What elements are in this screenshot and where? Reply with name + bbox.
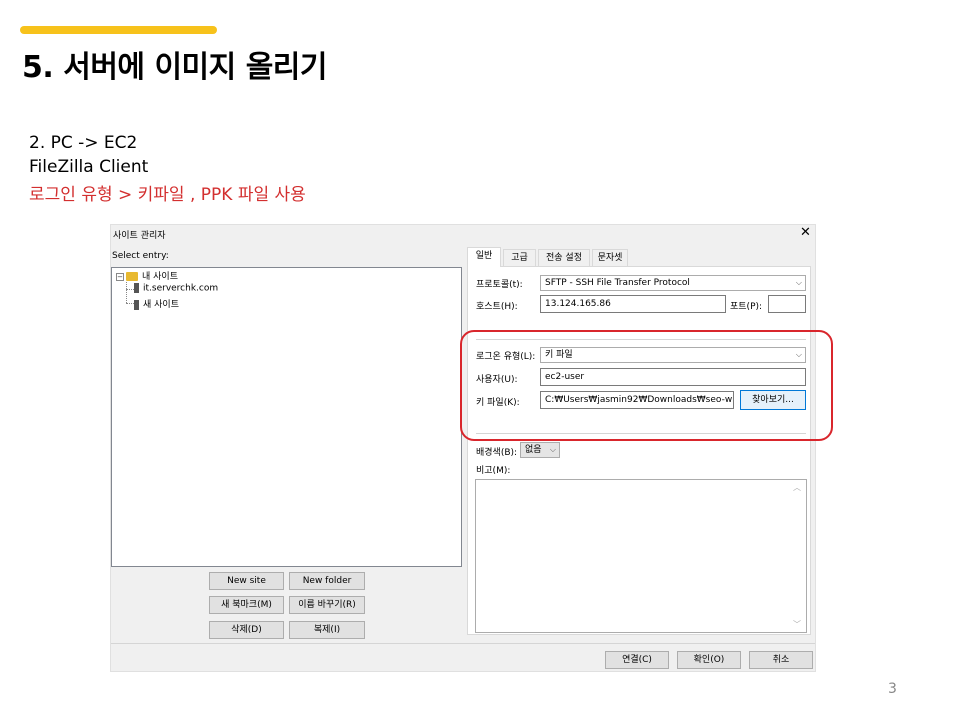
scroll-up-icon[interactable]: ︿ xyxy=(793,482,801,493)
step-text-3: 로그인 유형 > 키파일 , PPK 파일 사용 xyxy=(29,185,306,205)
chevron-down-icon: ⌵ xyxy=(549,445,556,454)
highlight-annotation xyxy=(460,330,833,441)
bgcolor-label: 배경색(B): xyxy=(476,448,518,458)
tab-advanced[interactable]: 고급 xyxy=(503,249,536,267)
protocol-select[interactable]: SFTP - SSH File Transfer Protocol ⌵ xyxy=(540,275,806,291)
general-tab-panel: 프로토콜(t): SFTP - SSH File Transfer Protoc… xyxy=(467,266,811,635)
comments-textarea[interactable]: ︿ ﹀ xyxy=(475,479,807,633)
host-input[interactable]: 13.124.165.86 xyxy=(540,295,726,313)
tree-item-label: 새 사이트 xyxy=(143,300,179,310)
delete-button[interactable]: 삭제(D) xyxy=(209,621,284,639)
page-number: 3 xyxy=(888,681,897,697)
select-entry-label: Select entry: xyxy=(112,251,169,261)
host-label: 호스트(H): xyxy=(476,302,518,312)
step-text-2: FileZilla Client xyxy=(29,157,149,177)
protocol-label: 프로토콜(t): xyxy=(476,280,523,290)
rename-button[interactable]: 이름 바꾸기(R) xyxy=(289,596,365,614)
tab-charset[interactable]: 문자셋 xyxy=(592,249,628,267)
collapse-icon[interactable]: − xyxy=(116,272,124,281)
bgcolor-select[interactable]: 없음 ⌵ xyxy=(520,442,560,458)
ok-button[interactable]: 확인(O) xyxy=(677,651,741,669)
scroll-down-icon[interactable]: ﹀ xyxy=(793,619,801,630)
tree-root-label: 내 사이트 xyxy=(142,272,178,282)
cancel-button[interactable]: 취소 xyxy=(749,651,813,669)
tab-transfer-settings[interactable]: 전송 설정 xyxy=(538,249,590,267)
chevron-down-icon: ⌵ xyxy=(795,278,802,287)
protocol-value: SFTP - SSH File Transfer Protocol xyxy=(545,278,690,288)
tree-item[interactable]: 새 사이트 xyxy=(134,297,179,310)
port-label: 포트(P): xyxy=(730,302,763,312)
title-accent-bar xyxy=(20,26,217,34)
tree-line xyxy=(126,282,127,303)
server-icon xyxy=(134,283,139,293)
tab-general[interactable]: 일반 xyxy=(467,247,501,267)
tree-item-label: it.serverchk.com xyxy=(143,283,219,294)
comments-label: 비고(M): xyxy=(476,466,511,476)
new-folder-button[interactable]: New folder xyxy=(289,572,365,590)
new-site-button[interactable]: New site xyxy=(209,572,284,590)
dialog-title: 사이트 관리자 xyxy=(113,231,166,241)
step-text-1: 2. PC -> EC2 xyxy=(29,133,138,153)
close-icon[interactable]: ✕ xyxy=(800,225,811,240)
bgcolor-value: 없음 xyxy=(525,445,542,455)
connect-button[interactable]: 연결(C) xyxy=(605,651,669,669)
scrollbar[interactable]: ︿ ﹀ xyxy=(791,480,806,632)
site-tree[interactable]: − 내 사이트 it.serverchk.com 새 사이트 xyxy=(111,267,462,567)
port-input[interactable] xyxy=(768,295,806,313)
site-manager-dialog: 사이트 관리자 ✕ Select entry: − 내 사이트 it.server… xyxy=(110,224,816,672)
footer-divider xyxy=(111,643,815,644)
tree-item[interactable]: it.serverchk.com xyxy=(134,283,218,294)
folder-icon xyxy=(126,272,138,281)
new-bookmark-button[interactable]: 새 북마크(M) xyxy=(209,596,284,614)
slide-title: 5. 서버에 이미지 올리기 xyxy=(22,50,328,85)
tree-root[interactable]: − 내 사이트 xyxy=(116,269,178,282)
duplicate-button[interactable]: 복제(I) xyxy=(289,621,365,639)
server-icon xyxy=(134,299,139,310)
